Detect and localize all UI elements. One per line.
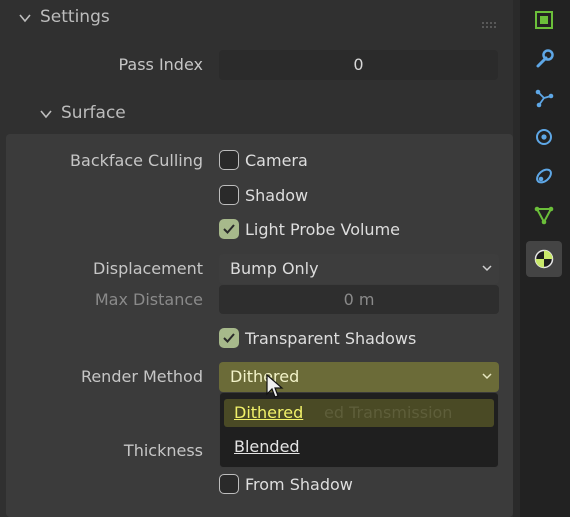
- surface-collapse-icon[interactable]: [39, 106, 53, 125]
- menu-item-dithered-label: Dithered: [234, 403, 304, 422]
- max-distance-field: 0 m: [219, 285, 499, 314]
- displacement-value: Bump Only: [230, 259, 319, 278]
- light-probe-volume-label: Light Probe Volume: [245, 220, 400, 239]
- displacement-label: Displacement: [93, 259, 203, 278]
- data-icon: [534, 206, 554, 225]
- settings-collapse-icon[interactable]: [18, 10, 32, 29]
- render-method-dropdown[interactable]: Dithered: [219, 362, 499, 392]
- max-distance-label: Max Distance: [94, 290, 203, 309]
- hidden-option-text: ed Transmission: [324, 403, 453, 422]
- properties-tab-strip: [520, 0, 570, 517]
- render-method-label: Render Method: [80, 367, 203, 386]
- object-tab[interactable]: [526, 2, 562, 38]
- render-method-menu: ed Transmission Dithered Blended: [219, 392, 499, 468]
- displacement-dropdown[interactable]: Bump Only: [219, 254, 499, 284]
- physics-tab[interactable]: [526, 119, 562, 155]
- shadow-label: Shadow: [245, 186, 309, 205]
- scrollbar-gutter: [513, 0, 520, 517]
- chevron-down-icon: [482, 373, 492, 380]
- constraints-icon: [536, 168, 552, 184]
- from-shadow-checkbox[interactable]: [219, 474, 239, 494]
- menu-item-blended[interactable]: Blended: [234, 437, 300, 456]
- settings-header[interactable]: Settings: [40, 7, 110, 27]
- checkmark-icon: [223, 224, 235, 234]
- material-tab[interactable]: [526, 241, 562, 277]
- particles-tab[interactable]: [526, 80, 562, 116]
- backface-culling-label: Backface Culling: [70, 151, 203, 170]
- thickness-label: Thickness: [123, 441, 203, 460]
- transparent-shadows-checkbox[interactable]: [219, 328, 239, 348]
- render-method-value: Dithered: [230, 367, 300, 386]
- particles-icon: [535, 89, 554, 108]
- camera-checkbox[interactable]: [219, 150, 239, 170]
- pass-index-label: Pass Index: [118, 55, 203, 74]
- wrench-icon: [536, 49, 554, 68]
- surface-header[interactable]: Surface: [61, 103, 126, 123]
- constraints-tab[interactable]: [526, 158, 562, 194]
- light-probe-volume-checkbox[interactable]: [219, 219, 239, 239]
- modifiers-tab[interactable]: [526, 41, 562, 77]
- pass-index-field[interactable]: 0: [219, 50, 498, 80]
- chevron-down-icon: [482, 265, 492, 272]
- transparent-shadows-label: Transparent Shadows: [245, 329, 417, 348]
- cursor-icon: [266, 373, 284, 404]
- menu-item-dithered[interactable]: Dithered: [234, 403, 303, 422]
- material-icon: [534, 249, 554, 269]
- object-icon: [535, 11, 553, 29]
- physics-icon: [536, 129, 552, 145]
- drag-handle-icon[interactable]: [481, 14, 499, 28]
- menu-item-blended-label: Blended: [234, 437, 300, 456]
- camera-label: Camera: [245, 151, 308, 170]
- checkmark-icon: [223, 333, 235, 343]
- data-tab[interactable]: [526, 197, 562, 233]
- shadow-checkbox[interactable]: [219, 185, 239, 205]
- from-shadow-label: From Shadow: [245, 475, 353, 494]
- properties-panel: Settings Pass Index 0 Surface Backface C…: [0, 0, 513, 517]
